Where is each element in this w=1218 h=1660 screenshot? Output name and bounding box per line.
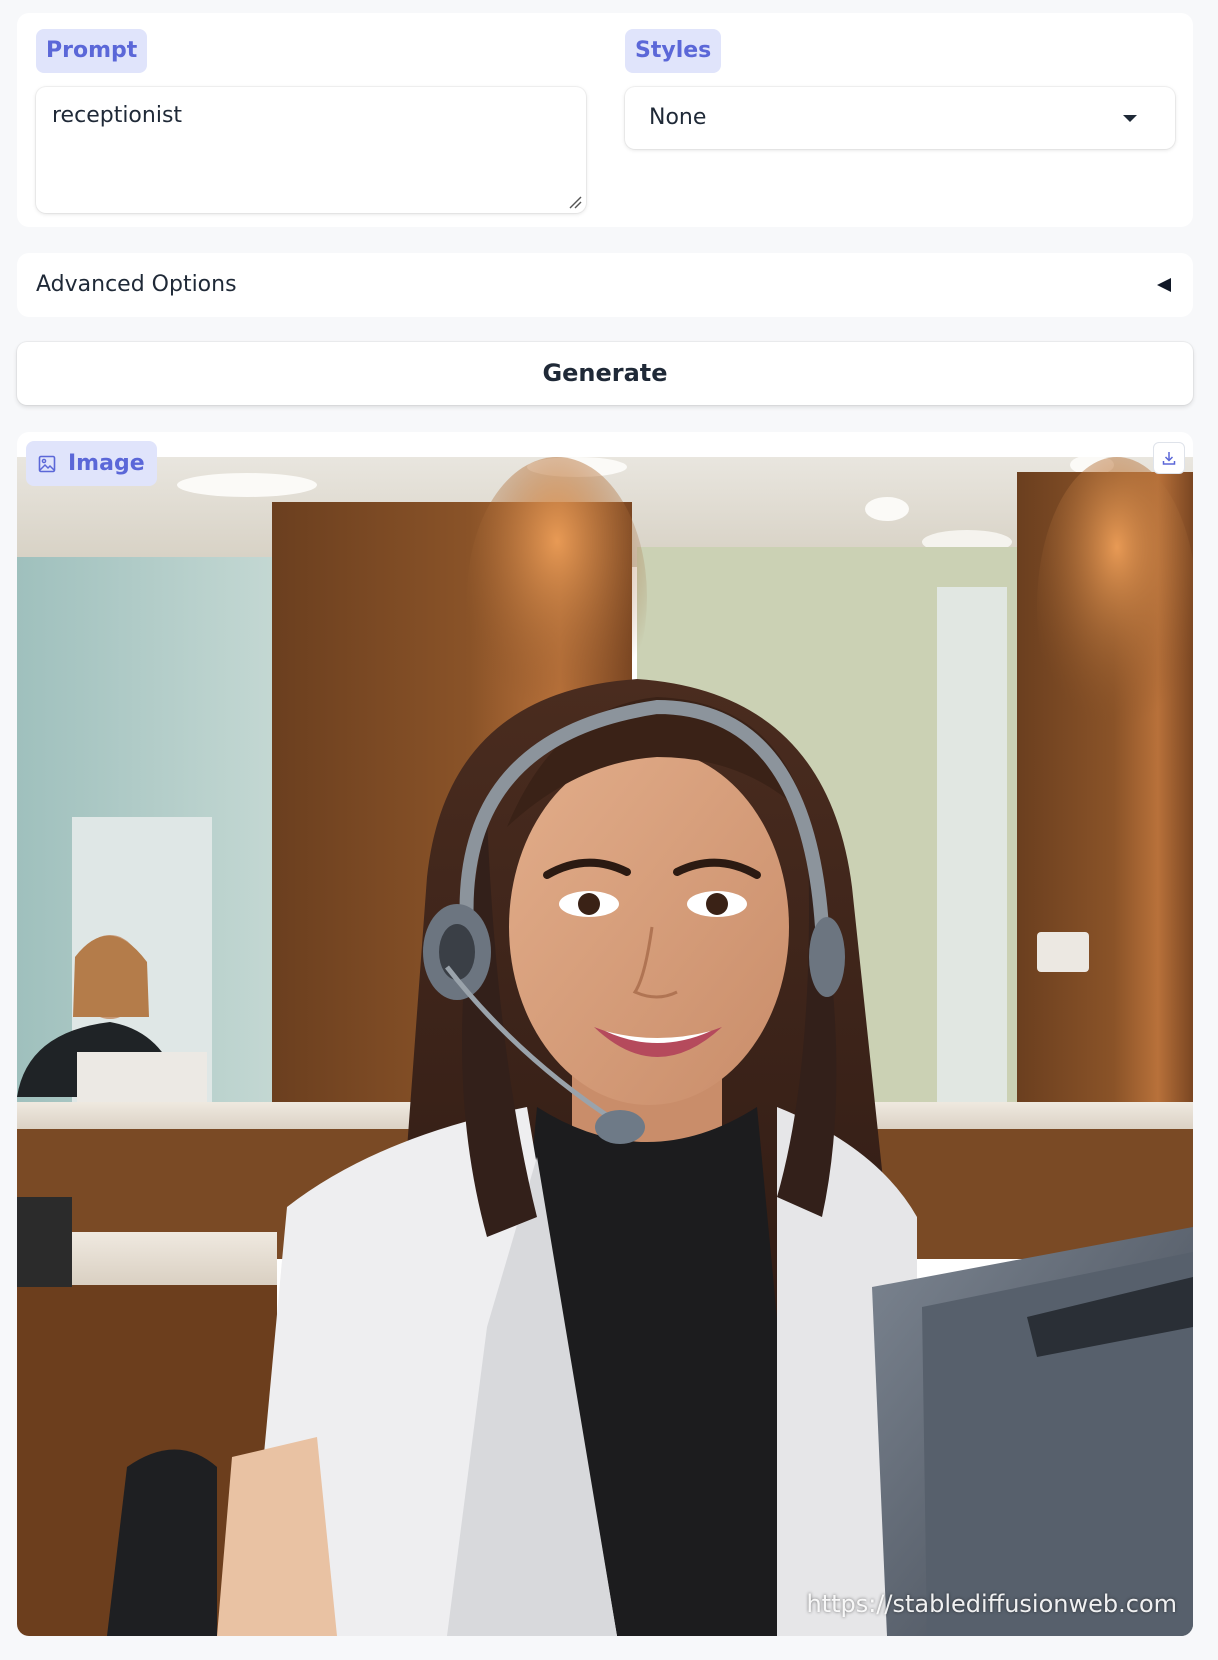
generate-button[interactable]: Generate: [17, 342, 1193, 405]
watermark: https://stablediffusionweb.com: [806, 1590, 1177, 1618]
image-icon: [38, 455, 56, 472]
download-button[interactable]: [1153, 442, 1185, 474]
prompt-textarea[interactable]: receptionist: [36, 87, 586, 213]
styles-dropdown[interactable]: None: [625, 87, 1175, 149]
resize-grip-icon[interactable]: [568, 195, 582, 209]
prompt-label: Prompt: [36, 29, 148, 73]
download-icon: [1162, 452, 1176, 465]
collapse-arrow-icon: [1157, 278, 1171, 292]
dropdown-caret-icon: [1123, 115, 1137, 122]
advanced-options-accordion[interactable]: Advanced Options: [17, 253, 1193, 317]
prompt-text: receptionist: [52, 103, 183, 128]
image-label-text: Image: [68, 451, 145, 476]
prompt-styles-panel: Prompt receptionist Styles None: [17, 13, 1193, 227]
styles-label: Styles: [625, 29, 722, 73]
styles-selected-value: None: [649, 105, 707, 130]
generated-photo-illustration: [17, 457, 1193, 1636]
advanced-options-label: Advanced Options: [36, 272, 237, 297]
image-output-panel: Image https://stablediffusionweb.com: [17, 432, 1193, 1636]
generated-image: [17, 457, 1193, 1636]
image-output-label: Image: [26, 441, 157, 486]
